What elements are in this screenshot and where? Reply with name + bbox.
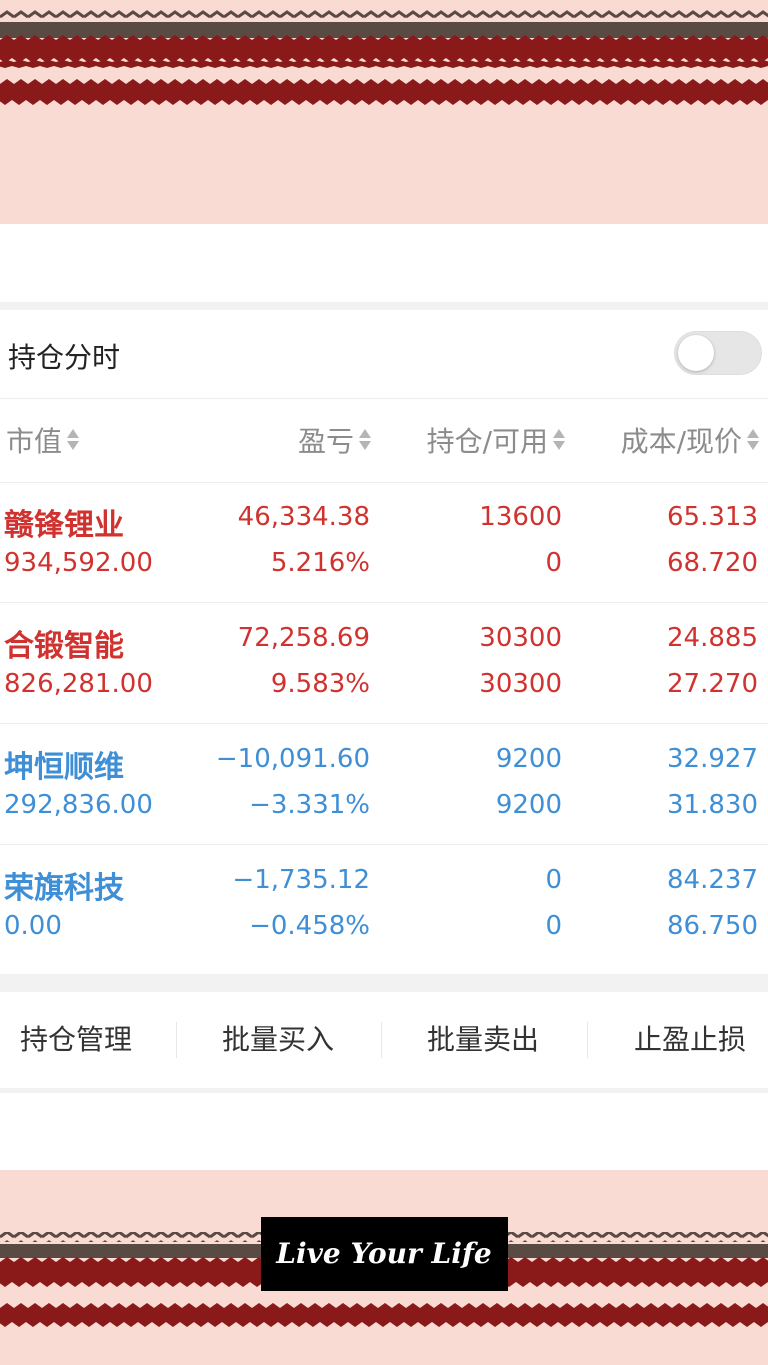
sort-position[interactable]: 持仓/可用 xyxy=(427,420,566,460)
sort-cost-price[interactable]: 成本/现价 xyxy=(621,420,760,460)
sort-icon xyxy=(746,427,760,453)
pnl-percent: −0.458% xyxy=(249,911,370,941)
holding-row[interactable]: 荣旗科技 0.00 −1,735.12 −0.458% 0 0 84.237 8… xyxy=(0,845,768,966)
stock-name: 赣锋锂业 xyxy=(4,508,124,543)
market-value: 0.00 xyxy=(4,911,62,941)
cost-price: 24.885 xyxy=(667,623,758,653)
pnl-amount: 72,258.69 xyxy=(237,623,370,653)
holdings-list: 赣锋锂业 934,592.00 46,334.38 5.216% 13600 0… xyxy=(0,482,768,966)
holding-action-bar: 持仓管理 批量买入 批量卖出 止盈止损 xyxy=(0,992,768,1088)
section-separator xyxy=(0,1088,768,1093)
available-qty: 0 xyxy=(545,548,562,578)
svg-text:Live Your Life: Live Your Life xyxy=(275,1237,491,1270)
current-price: 27.270 xyxy=(667,669,758,699)
divider xyxy=(176,1022,177,1058)
pnl-percent: −3.331% xyxy=(249,790,370,820)
position-qty: 30300 xyxy=(479,623,562,653)
batch-buy-button[interactable]: 批量买入 xyxy=(182,992,374,1088)
divider xyxy=(587,1022,588,1058)
divider xyxy=(381,1022,382,1058)
pnl-amount: −10,091.60 xyxy=(215,744,370,774)
sort-icon xyxy=(552,427,566,453)
pnl-amount: 46,334.38 xyxy=(237,502,370,532)
sort-pnl[interactable]: 盈亏 xyxy=(298,420,372,460)
available-qty: 30300 xyxy=(479,669,562,699)
market-value: 826,281.00 xyxy=(4,669,153,699)
pnl-amount: −1,735.12 xyxy=(232,865,370,895)
position-manage-button[interactable]: 持仓管理 xyxy=(0,992,172,1088)
holding-timeshare-toggle[interactable] xyxy=(674,331,762,375)
cost-price: 84.237 xyxy=(667,865,758,895)
column-label-market-value: 市值 xyxy=(6,425,63,458)
toggle-knob xyxy=(678,335,714,371)
holding-row[interactable]: 合锻智能 826,281.00 72,258.69 9.583% 30300 3… xyxy=(0,603,768,724)
holding-row[interactable]: 赣锋锂业 934,592.00 46,334.38 5.216% 13600 0… xyxy=(0,482,768,603)
stock-name: 坤恒顺维 xyxy=(4,750,124,785)
available-qty: 0 xyxy=(545,911,562,941)
market-value: 292,836.00 xyxy=(4,790,153,820)
current-price: 31.830 xyxy=(667,790,758,820)
stock-name: 合锻智能 xyxy=(4,629,124,664)
logo-lettering: Live Your Life xyxy=(275,1237,491,1270)
holdings-column-header: 市值 盈亏 持仓/可用 成本/现价 xyxy=(0,398,768,483)
section-separator xyxy=(0,302,768,310)
pnl-percent: 9.583% xyxy=(270,669,370,699)
holding-timeshare-title: 持仓分时 xyxy=(8,341,121,374)
holding-timeshare-header: 持仓分时 xyxy=(0,310,768,399)
column-label-pnl: 盈亏 xyxy=(297,425,354,458)
blank-area xyxy=(0,224,768,302)
cost-price: 65.313 xyxy=(667,502,758,532)
sort-icon xyxy=(66,427,80,453)
cost-price: 32.927 xyxy=(667,744,758,774)
holding-row[interactable]: 坤恒顺维 292,836.00 −10,091.60 −3.331% 9200 … xyxy=(0,724,768,845)
top-decorative-banner xyxy=(0,0,768,224)
zigzag-pattern xyxy=(0,10,768,105)
sort-icon xyxy=(358,427,372,453)
column-label-cost-price: 成本/现价 xyxy=(620,425,742,458)
position-qty: 0 xyxy=(545,865,562,895)
section-separator xyxy=(0,974,768,992)
position-qty: 9200 xyxy=(495,744,562,774)
live-your-life-logo: Live Your Life xyxy=(261,1217,508,1291)
market-value: 934,592.00 xyxy=(4,548,153,578)
available-qty: 9200 xyxy=(495,790,562,820)
pnl-percent: 5.216% xyxy=(270,548,370,578)
stock-name: 荣旗科技 xyxy=(4,871,124,906)
column-label-position: 持仓/可用 xyxy=(426,425,548,458)
sort-market-value[interactable]: 市值 xyxy=(6,420,80,460)
take-profit-stop-loss-button[interactable]: 止盈止损 xyxy=(594,992,768,1088)
current-price: 86.750 xyxy=(667,911,758,941)
current-price: 68.720 xyxy=(667,548,758,578)
position-qty: 13600 xyxy=(479,502,562,532)
batch-sell-button[interactable]: 批量卖出 xyxy=(387,992,579,1088)
